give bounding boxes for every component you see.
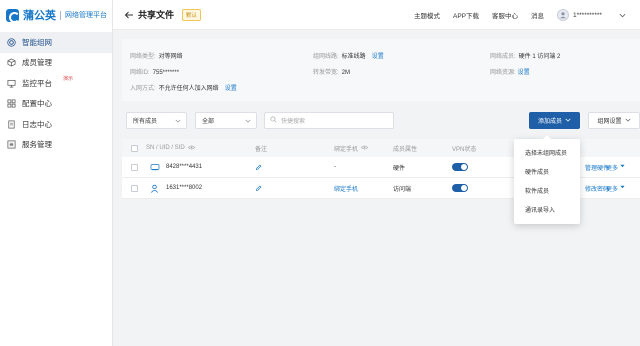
join-method: 入网方式: 不允许任何人加入网络 设置 <box>130 86 237 92</box>
cube-icon <box>7 58 16 67</box>
member-id: 8428****4431 <box>166 164 203 170</box>
brand-logo[interactable]: 蒲公英 网络管理平台 <box>0 0 112 30</box>
page-title: 共享文件 <box>138 10 175 20</box>
sidebar: 蒲公英 网络管理平台 智能组网 成员管理 监控平台 演示 配置中心 日志中心 服… <box>0 0 113 346</box>
search-icon <box>270 116 277 125</box>
network-route: 组网线路: 标准线路 设置 <box>313 54 384 60</box>
status-filter-select[interactable]: 全部 <box>195 112 257 129</box>
column-header-phone: 绑定手机 <box>334 139 369 157</box>
caret-down-icon <box>620 185 625 191</box>
dropdown-item-select-unjoined[interactable]: 选择未组网成员 <box>514 143 580 162</box>
column-header-type: 成员属性 <box>393 146 418 153</box>
network-info-panel: 网络类型: 对等网络 组网线路: 标准线路 设置 网络成员: 硬件 1 访问端 2 网络… <box>122 39 640 101</box>
sidebar-item-service[interactable]: 服务管理 <box>0 135 112 156</box>
default-tag: 默认 <box>182 8 202 21</box>
messages-link[interactable]: 消息 <box>531 10 544 20</box>
grid-icon <box>7 99 16 108</box>
bind-phone-link[interactable]: 绑定手机 <box>334 178 358 198</box>
demo-badge: 演示 <box>63 76 74 82</box>
member-type: 访问端 <box>393 186 412 193</box>
add-member-dropdown: 选择未组网成员 硬件成员 软件成员 通讯录导入 <box>514 135 580 224</box>
eye-icon[interactable] <box>360 145 369 152</box>
chevron-down-icon <box>175 118 181 124</box>
member-filter-select[interactable]: 所有成员 <box>126 112 187 129</box>
column-header-id: SN / UID / SID <box>146 139 195 157</box>
network-members: 网络成员: 硬件 1 访问端 2 <box>490 54 561 60</box>
select-all-checkbox[interactable] <box>131 144 138 152</box>
sidebar-item-label: 日志中心 <box>22 119 52 129</box>
dropdown-caret <box>543 135 551 139</box>
search-input[interactable]: 快捷搜索 <box>264 112 394 129</box>
member-id: 1631****8002 <box>166 185 203 191</box>
more-actions-link[interactable]: 更多 <box>606 178 625 198</box>
route-settings-link[interactable]: 设置 <box>372 54 384 60</box>
join-settings-link[interactable]: 设置 <box>225 86 237 92</box>
sidebar-item-label: 监控平台 <box>22 78 52 88</box>
row-checkbox[interactable] <box>131 163 138 171</box>
search-placeholder: 快捷搜索 <box>281 119 306 125</box>
edit-remark-icon[interactable] <box>255 178 262 198</box>
add-member-button[interactable]: 添加成员 <box>529 112 580 129</box>
avatar[interactable] <box>557 9 569 21</box>
chevron-down-icon <box>565 117 571 125</box>
brand-divider <box>60 10 61 20</box>
monitor-icon <box>7 79 16 88</box>
more-actions-link[interactable]: 更多 <box>606 157 625 177</box>
dropdown-item-contacts-import[interactable]: 通讯录导入 <box>514 200 580 219</box>
document-icon <box>7 120 16 129</box>
dandelion-logo-icon <box>6 8 20 23</box>
row-checkbox[interactable] <box>131 184 138 192</box>
sidebar-item-label: 智能组网 <box>22 37 52 47</box>
brand-subtitle: 网络管理平台 <box>65 12 107 19</box>
chevron-down-icon <box>624 117 631 125</box>
router-icon <box>150 157 160 177</box>
bound-phone: - <box>334 164 336 170</box>
edit-remark-icon[interactable] <box>255 157 262 177</box>
user-name[interactable]: 1********** <box>573 12 619 19</box>
brand-name: 蒲公英 <box>23 10 56 22</box>
forward-bandwidth: 转发带宽: 2M <box>313 70 351 76</box>
chevron-down-icon[interactable] <box>619 12 626 19</box>
column-header-vpn: VPN状态 <box>452 146 477 153</box>
sidebar-item-network[interactable]: 智能组网 <box>0 32 112 53</box>
user-avatar-icon <box>560 12 566 19</box>
sidebar-item-label: 成员管理 <box>22 58 52 68</box>
caret-down-icon <box>620 164 625 170</box>
sidebar-nav: 智能组网 成员管理 监控平台 演示 配置中心 日志中心 服务管理 <box>0 32 112 155</box>
sidebar-item-label: 配置中心 <box>22 99 52 109</box>
eye-icon[interactable] <box>187 145 195 152</box>
back-arrow-icon[interactable] <box>124 10 134 20</box>
member-toolbar: 所有成员 全部 快捷搜索 添加成员 组网设置 <box>122 112 640 130</box>
list-icon <box>7 140 16 149</box>
network-id: 网络ID: 755******* <box>130 70 180 76</box>
dropdown-item-software[interactable]: 软件成员 <box>514 181 580 200</box>
app-download-link[interactable]: APP下载 <box>453 10 479 20</box>
customer-service-link[interactable]: 客服中心 <box>492 10 518 20</box>
theme-mode-link[interactable]: 主题模式 <box>414 10 440 20</box>
column-header-remark: 备注 <box>255 146 268 153</box>
group-settings-button[interactable]: 组网设置 <box>588 112 640 129</box>
member-type: 硬件 <box>393 165 406 172</box>
sidebar-item-monitor[interactable]: 监控平台 演示 <box>0 73 112 94</box>
sidebar-item-label: 服务管理 <box>22 140 52 150</box>
vpn-toggle[interactable] <box>452 163 468 171</box>
chevron-down-icon <box>245 118 251 124</box>
resources-settings-link[interactable]: 设置 <box>518 70 530 76</box>
top-header: 共享文件 默认 主题模式 APP下载 客服中心 消息 1********** <box>113 0 640 30</box>
sidebar-item-logs[interactable]: 日志中心 <box>0 114 112 135</box>
top-links: 主题模式 APP下载 客服中心 消息 1********** <box>414 0 640 30</box>
sidebar-item-members[interactable]: 成员管理 <box>0 53 112 74</box>
dropdown-item-hardware[interactable]: 硬件成员 <box>514 162 580 181</box>
network-resources: 网络资源: 设置 <box>490 70 530 76</box>
sidebar-item-config[interactable]: 配置中心 <box>0 94 112 115</box>
network-type: 网络类型: 对等网络 <box>130 54 183 60</box>
vpn-toggle[interactable] <box>452 184 468 192</box>
user-icon <box>150 178 159 198</box>
network-icon <box>7 38 16 47</box>
